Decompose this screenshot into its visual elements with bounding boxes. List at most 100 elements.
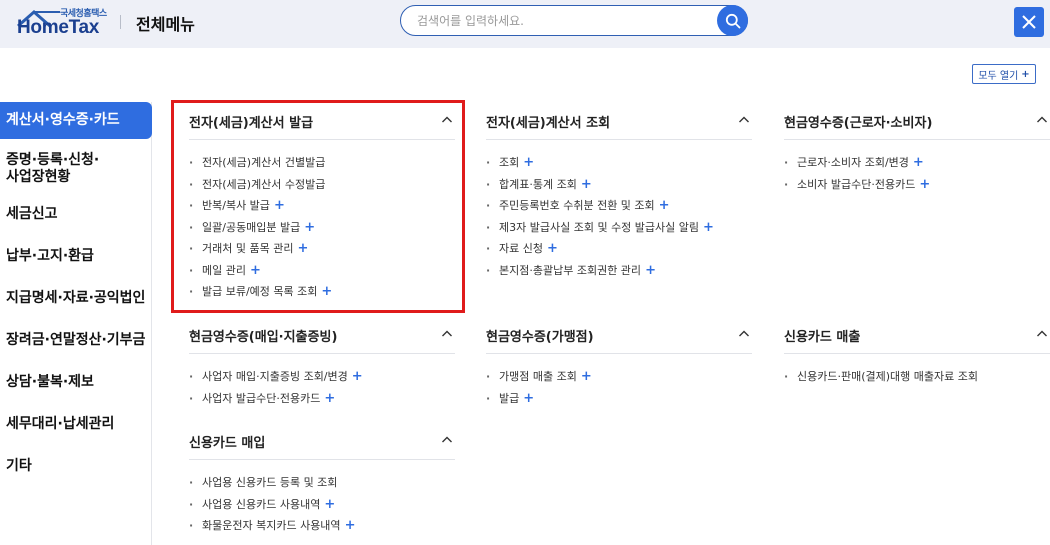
sidebar-item-incentives[interactable]: 장려금·연말정산·기부금 bbox=[0, 332, 152, 349]
menu-link-label: 사업용 신용카드 사용내역 bbox=[202, 497, 321, 511]
section-header[interactable]: 전자(세금)계산서 조회 bbox=[486, 102, 752, 140]
sidebar-item-certificates[interactable]: 증명·등록·신청· 사업장현황 bbox=[0, 152, 152, 186]
menu-link-label: 조회 bbox=[499, 156, 520, 169]
section-list: 사업자 매입·지출증빙 조회/변경+사업자 발급수단·전용카드+ bbox=[189, 370, 459, 413]
sidebar-item-payment-statement[interactable]: 지급명세·자료·공익법인 bbox=[0, 290, 152, 307]
section-list: 가맹점 매출 조회+발급+ bbox=[486, 370, 756, 413]
plus-icon[interactable]: + bbox=[324, 391, 335, 406]
hometax-logo[interactable]: 국세청홈택스 HomeTax bbox=[16, 6, 116, 40]
sidebar-item-consultation[interactable]: 상담·불복·제보 bbox=[0, 374, 152, 391]
sidebar-item-receipts-cards[interactable]: 계산서·영수증·카드 bbox=[0, 102, 152, 139]
sidebar-item-tax-agent[interactable]: 세무대리·납세관리 bbox=[0, 416, 152, 433]
sidebar-item-tax-filing[interactable]: 세금신고 bbox=[0, 206, 152, 223]
sidebar-item-label: 지급명세·자료·공익법인 bbox=[6, 290, 146, 306]
menu-link[interactable]: 소비자 발급수단·전용카드+ bbox=[784, 177, 1050, 200]
section-list: 조회+합계표·통계 조회+주민등록번호 수취분 전환 및 조회+제3자 발급사실… bbox=[486, 156, 756, 285]
section-title: 전자(세금)계산서 조회 bbox=[486, 116, 611, 131]
menu-link[interactable]: 전자(세금)계산서 수정발급 bbox=[189, 178, 459, 200]
page-title: 전체메뉴 bbox=[136, 15, 195, 34]
chevron-up-icon[interactable] bbox=[738, 329, 750, 339]
menu-link[interactable]: 조회+ bbox=[486, 156, 756, 178]
chevron-up-icon[interactable] bbox=[441, 115, 453, 125]
search-input[interactable] bbox=[417, 12, 717, 30]
menu-link-label: 사업자 발급수단·전용카드 bbox=[202, 391, 321, 405]
menu-link[interactable]: 제3자 발급사실 조회 및 수정 발급사실 알림+ bbox=[486, 220, 756, 243]
menu-link-label: 반복/복사 발급 bbox=[202, 199, 270, 212]
plus-icon[interactable]: + bbox=[547, 241, 558, 256]
section-title: 현금영수증(가맹점) bbox=[486, 330, 594, 345]
menu-link[interactable]: 화물운전자 복지카드 사용내역 + bbox=[189, 519, 459, 541]
search-box bbox=[400, 5, 748, 36]
menu-link[interactable]: 메일 관리 + bbox=[189, 263, 459, 286]
plus-icon[interactable]: + bbox=[250, 263, 261, 278]
section-header[interactable]: 신용카드 매입 bbox=[189, 422, 455, 460]
chevron-up-icon[interactable] bbox=[441, 435, 453, 445]
expand-all-label: 모두 열기 bbox=[978, 70, 1019, 82]
chevron-up-icon[interactable] bbox=[441, 329, 453, 339]
menu-link[interactable]: 자료 신청 + bbox=[486, 242, 756, 264]
plus-icon[interactable]: + bbox=[523, 155, 534, 170]
chevron-up-icon[interactable] bbox=[1036, 329, 1048, 339]
plus-icon[interactable]: + bbox=[919, 177, 930, 192]
chevron-up-icon[interactable] bbox=[738, 115, 750, 125]
chevron-up-icon[interactable] bbox=[1036, 115, 1048, 125]
menu-link-label: 소비자 발급수단·전용카드 bbox=[797, 177, 916, 191]
sidebar: 계산서·영수증·카드 증명·등록·신청· 사업장현황 세금신고 납부·고지·환급… bbox=[0, 102, 152, 545]
close-button[interactable] bbox=[1014, 7, 1044, 37]
expand-all-button[interactable]: 모두 열기 + bbox=[972, 64, 1036, 84]
plus-icon[interactable]: + bbox=[345, 518, 356, 533]
plus-icon[interactable]: + bbox=[645, 263, 656, 278]
plus-icon[interactable]: + bbox=[304, 220, 315, 235]
menu-link-label: 발급 보류/예정 목록 조회 bbox=[202, 285, 318, 298]
header-bar: 국세청홈택스 HomeTax 전체메뉴 bbox=[0, 0, 1050, 48]
menu-link[interactable]: 발급 보류/예정 목록 조회+ bbox=[189, 285, 459, 307]
section-title: 현금영수증(근로자·소비자) bbox=[784, 116, 933, 131]
section-list: 사업용 신용카드 등록 및 조회사업용 신용카드 사용내역+화물운전자 복지카드… bbox=[189, 476, 459, 541]
menu-link-label: 합계표·통계 조회 bbox=[499, 177, 577, 191]
sidebar-item-label-line2: 사업장현황 bbox=[6, 169, 71, 185]
plus-icon[interactable]: + bbox=[913, 155, 924, 170]
plus-icon[interactable]: + bbox=[581, 369, 592, 384]
search-button[interactable] bbox=[717, 5, 748, 36]
plus-icon[interactable]: + bbox=[659, 198, 670, 213]
sidebar-item-label: 납부·고지·환급 bbox=[6, 248, 94, 264]
section-header[interactable]: 전자(세금)계산서 발급 bbox=[189, 102, 455, 140]
plus-icon[interactable]: + bbox=[703, 220, 714, 235]
menu-link[interactable]: 사업용 신용카드 등록 및 조회 bbox=[189, 476, 459, 498]
menu-link-label: 가맹점 매출 조회 bbox=[499, 370, 577, 383]
menu-link[interactable]: 거래처 및 품목 관리+ bbox=[189, 242, 459, 264]
menu-link[interactable]: 사업용 신용카드 사용내역+ bbox=[189, 497, 459, 520]
plus-icon[interactable]: + bbox=[324, 497, 335, 512]
section-header[interactable]: 신용카드 매출 bbox=[784, 316, 1050, 354]
menu-link-label: 본지점·총괄납부 조회권한 관리 bbox=[499, 263, 642, 277]
menu-link[interactable]: 가맹점 매출 조회 + bbox=[486, 370, 756, 392]
menu-link[interactable]: 합계표·통계 조회 + bbox=[486, 177, 756, 200]
menu-link[interactable]: 본지점·총괄납부 조회권한 관리+ bbox=[486, 263, 756, 286]
plus-icon[interactable]: + bbox=[297, 241, 308, 256]
sidebar-item-etc[interactable]: 기타 bbox=[0, 458, 152, 475]
menu-link[interactable]: 신용카드·판매(결제)대행 매출자료 조회 bbox=[784, 370, 1050, 392]
menu-link[interactable]: 발급+ bbox=[486, 391, 756, 414]
plus-icon[interactable]: + bbox=[581, 177, 592, 192]
menu-link[interactable]: 사업자 발급수단·전용카드+ bbox=[189, 391, 459, 414]
sidebar-item-payment[interactable]: 납부·고지·환급 bbox=[0, 248, 152, 265]
plus-icon[interactable]: + bbox=[274, 198, 285, 213]
menu-link[interactable]: 반복/복사 발급 + bbox=[189, 199, 459, 221]
menu-link-label: 사업자 매입·지출증빙 조회/변경 bbox=[202, 370, 348, 383]
menu-link-label: 일괄/공동매입분 발급 bbox=[202, 220, 301, 234]
section-header[interactable]: 현금영수증(매입·지출증빙) bbox=[189, 316, 455, 354]
menu-link[interactable]: 사업자 매입·지출증빙 조회/변경 + bbox=[189, 370, 459, 392]
search-icon bbox=[725, 13, 740, 28]
menu-link[interactable]: 전자(세금)계산서 건별발급 bbox=[189, 156, 459, 178]
sidebar-item-label: 상담·불복·제보 bbox=[6, 374, 94, 390]
sidebar-item-label: 증명·등록·신청· bbox=[6, 152, 100, 168]
plus-icon[interactable]: + bbox=[352, 369, 363, 384]
section-header[interactable]: 현금영수증(가맹점) bbox=[486, 316, 752, 354]
plus-icon[interactable]: + bbox=[321, 284, 332, 299]
menu-link[interactable]: 주민등록번호 수취분 전환 및 조회 + bbox=[486, 199, 756, 221]
plus-icon[interactable]: + bbox=[523, 391, 534, 406]
section-header[interactable]: 현금영수증(근로자·소비자) bbox=[784, 102, 1050, 140]
menu-link[interactable]: 근로자·소비자 조회/변경 + bbox=[784, 156, 1050, 178]
menu-link[interactable]: 일괄/공동매입분 발급+ bbox=[189, 220, 459, 243]
sidebar-item-label: 세금신고 bbox=[6, 206, 58, 222]
